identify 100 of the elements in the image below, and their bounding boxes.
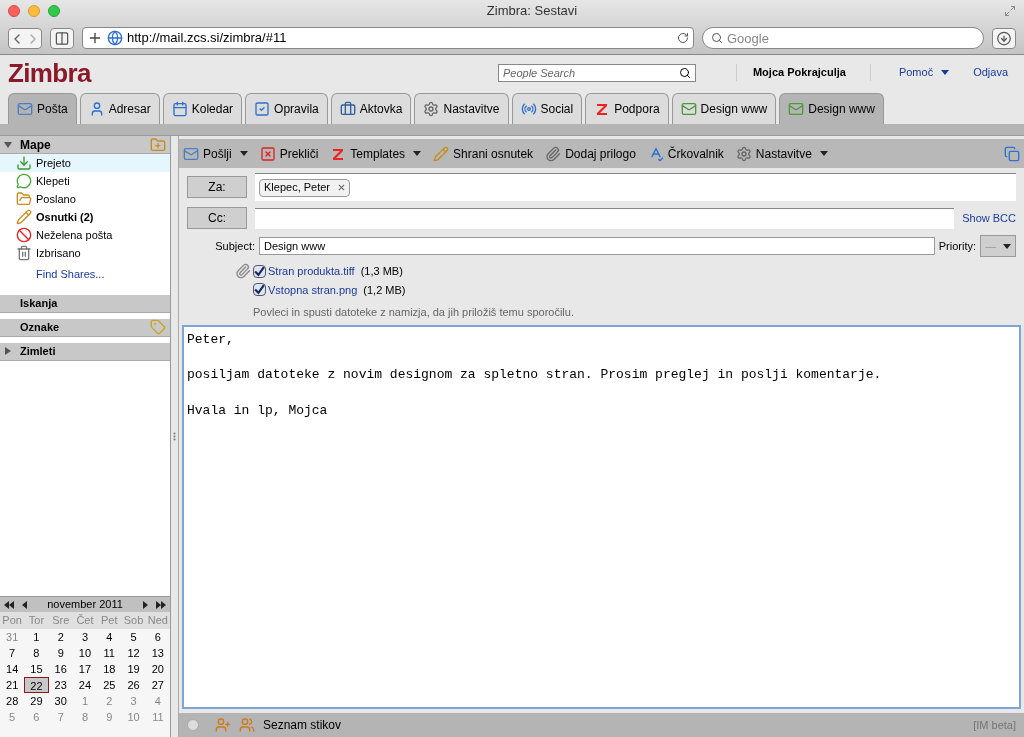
- section-header[interactable]: Zimleti: [0, 342, 170, 361]
- folder-item[interactable]: Prejeto: [0, 154, 170, 172]
- calendar-day[interactable]: 27: [145, 676, 170, 693]
- calendar-day[interactable]: 21: [0, 676, 25, 693]
- attachment-checkbox[interactable]: [253, 264, 266, 278]
- reload-icon[interactable]: [677, 32, 689, 44]
- back-forward-button[interactable]: [8, 27, 42, 49]
- toolbar-button[interactable]: Pošlji: [183, 144, 248, 163]
- app-tab[interactable]: Design www: [671, 93, 777, 124]
- app-tab[interactable]: Podpora: [585, 93, 669, 124]
- calendar-day[interactable]: 29: [24, 692, 49, 709]
- folders-header[interactable]: Mape: [0, 136, 170, 154]
- add-bookmark-icon[interactable]: [87, 30, 103, 46]
- folder-item[interactable]: Osnutki (2): [0, 208, 170, 226]
- calendar-day[interactable]: 30: [48, 692, 73, 709]
- calendar-day[interactable]: 7: [48, 708, 73, 725]
- section-header[interactable]: Oznake: [0, 318, 170, 337]
- minimize-window-button[interactable]: [28, 5, 40, 17]
- address-bar[interactable]: http://mail.zcs.si/zimbra/#11: [82, 27, 694, 49]
- toolbar-button[interactable]: Prekliči: [259, 144, 319, 163]
- calendar-day[interactable]: 25: [97, 676, 122, 693]
- app-tab[interactable]: Koledar: [162, 93, 243, 124]
- fullscreen-icon[interactable]: [1004, 5, 1016, 17]
- previous-year-icon[interactable]: [4, 600, 14, 609]
- downloads-icon[interactable]: [992, 27, 1016, 49]
- cc-field[interactable]: [255, 207, 955, 229]
- calendar-day[interactable]: 13: [145, 644, 170, 661]
- people-search-box[interactable]: People Search: [497, 63, 696, 82]
- calendar-day[interactable]: 28: [0, 692, 25, 709]
- previous-month-icon[interactable]: [22, 600, 27, 609]
- recipient-chip[interactable]: Klepec, Peter: [259, 178, 351, 197]
- calendar-day[interactable]: 7: [0, 644, 25, 661]
- calendar-day[interactable]: 4: [97, 628, 122, 645]
- logout-link[interactable]: Odjava: [973, 64, 1008, 81]
- folder-item[interactable]: Klepeti: [0, 172, 170, 190]
- detach-window-icon[interactable]: [1004, 145, 1020, 162]
- folder-item[interactable]: Izbrisano: [0, 244, 170, 262]
- section-header[interactable]: Iskanja: [0, 294, 170, 313]
- find-shares-link[interactable]: Find Shares...: [0, 262, 170, 287]
- sidebar-toggle-icon[interactable]: [50, 27, 74, 49]
- message-editor[interactable]: Peter, posiljam datoteke z novim designom za spletno stran. Prosim preglej in poslji komentarje. Hvala in lp, Mojca: [182, 324, 1021, 709]
- app-tab[interactable]: Pošta: [8, 93, 77, 124]
- zoom-window-button[interactable]: [48, 5, 60, 17]
- search-field[interactable]: Google: [727, 28, 975, 48]
- app-tab[interactable]: Adresar: [79, 93, 160, 124]
- calendar-day[interactable]: 15: [24, 660, 49, 677]
- calendar-day[interactable]: 8: [24, 644, 49, 661]
- calendar-day[interactable]: 24: [72, 676, 98, 693]
- calendar-day[interactable]: 19: [121, 660, 146, 677]
- calendar-day[interactable]: 1: [72, 692, 98, 709]
- toolbar-button[interactable]: Črkovalnik: [647, 144, 724, 163]
- toolbar-button[interactable]: Shrani osnutek: [433, 144, 534, 163]
- toolbar-button[interactable]: Dodaj prilogo: [545, 144, 636, 163]
- calendar-day[interactable]: 6: [145, 628, 170, 645]
- calendar-day[interactable]: 8: [72, 708, 98, 725]
- contact-list-label[interactable]: Seznam stikov: [263, 716, 342, 734]
- calendar-day[interactable]: 5: [121, 628, 146, 645]
- to-button[interactable]: Za:: [187, 176, 247, 198]
- folder-item[interactable]: Neželena pošta: [0, 226, 170, 244]
- calendar-day[interactable]: 16: [48, 660, 73, 677]
- search-box[interactable]: Google: [702, 27, 984, 49]
- show-bcc-link[interactable]: Show BCC: [962, 209, 1016, 227]
- remove-icon[interactable]: [338, 184, 346, 191]
- app-tab[interactable]: Opravila: [245, 93, 328, 124]
- app-tab[interactable]: Aktovka: [330, 93, 412, 124]
- attachment-checkbox[interactable]: [253, 283, 266, 297]
- calendar-day[interactable]: 11: [97, 644, 122, 661]
- app-tab[interactable]: Social: [511, 93, 583, 124]
- cc-button[interactable]: Cc:: [187, 207, 247, 229]
- new-folder-icon[interactable]: [150, 136, 166, 153]
- calendar-day[interactable]: 3: [72, 628, 98, 645]
- to-field[interactable]: Klepec, Peter: [255, 173, 1016, 201]
- app-tab[interactable]: Nastavitve: [414, 93, 509, 124]
- toolbar-button[interactable]: Templates: [330, 144, 422, 163]
- calendar-day[interactable]: 20: [145, 660, 170, 677]
- calendar-day[interactable]: 9: [48, 644, 73, 661]
- calendar-day[interactable]: 17: [72, 660, 98, 677]
- calendar-day[interactable]: 23: [48, 676, 73, 693]
- people-search-field[interactable]: People Search: [502, 64, 679, 81]
- close-window-button[interactable]: [8, 5, 20, 17]
- attachment-link[interactable]: Vstopna stran.png: [268, 281, 358, 298]
- calendar-day[interactable]: 5: [0, 708, 25, 725]
- app-tab[interactable]: Design www: [779, 93, 884, 124]
- calendar-day[interactable]: 18: [97, 660, 122, 677]
- calendar-day[interactable]: 22: [24, 676, 49, 693]
- calendar-day[interactable]: 10: [72, 644, 98, 661]
- next-year-icon[interactable]: [156, 600, 166, 609]
- attachment-link[interactable]: Stran produkta.tiff: [268, 263, 355, 280]
- calendar-day[interactable]: 26: [121, 676, 146, 693]
- splitter-handle[interactable]: [173, 432, 176, 441]
- calendar-day[interactable]: 12: [121, 644, 146, 661]
- next-month-icon[interactable]: [143, 600, 148, 609]
- toolbar-button[interactable]: Nastavitve: [735, 144, 828, 163]
- folder-item[interactable]: Poslano: [0, 190, 170, 208]
- help-menu[interactable]: Pomoč: [869, 64, 950, 81]
- calendar-day[interactable]: 2: [48, 628, 73, 645]
- subject-field[interactable]: Design www: [259, 237, 935, 255]
- calendar-day[interactable]: 14: [0, 660, 25, 677]
- calendar-day[interactable]: 1: [24, 628, 49, 645]
- calendar-day[interactable]: 9: [97, 708, 122, 725]
